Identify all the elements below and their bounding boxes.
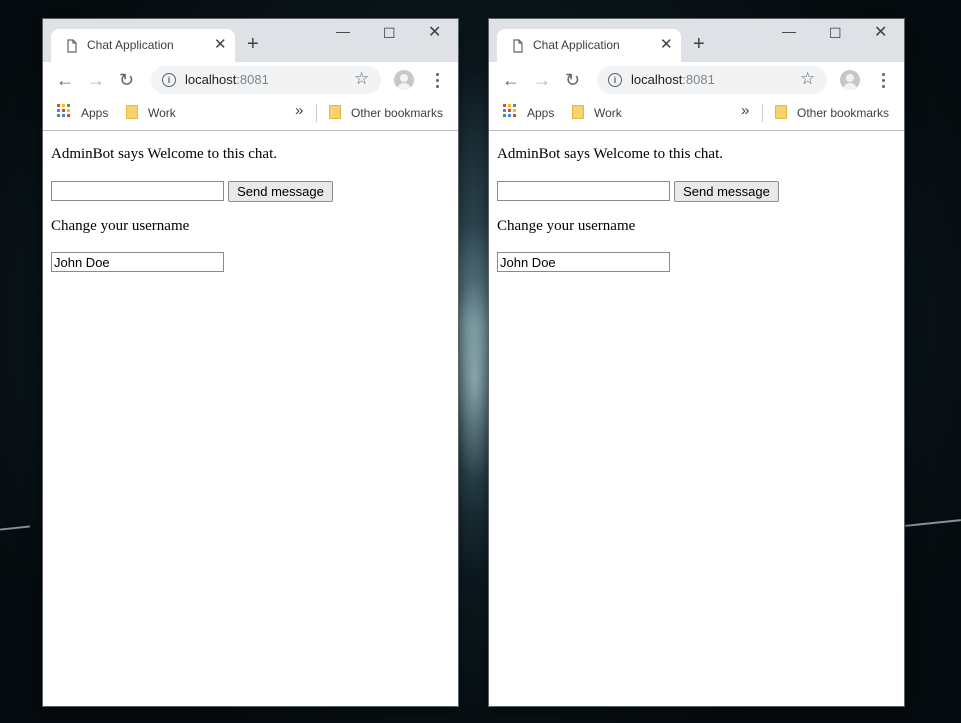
folder-icon [775, 105, 787, 119]
url-host: localhost [185, 72, 237, 87]
username-input[interactable] [51, 252, 224, 272]
url-port: :8081 [236, 72, 269, 87]
tab-chat-application[interactable]: Chat Application ✕ [51, 29, 235, 62]
send-message-button[interactable]: Send message [228, 181, 333, 202]
apps-icon[interactable] [503, 104, 517, 118]
page-content: AdminBot says Welcome to this chat. Send… [43, 131, 458, 706]
bookmark-work[interactable]: Work [594, 105, 622, 121]
url-port: :8081 [682, 72, 715, 87]
apps-icon[interactable] [57, 104, 71, 118]
folder-icon [126, 105, 138, 119]
profile-icon[interactable] [840, 70, 860, 90]
bookmark-other[interactable]: Other bookmarks [797, 105, 889, 121]
url-text[interactable]: localhost:8081 [631, 72, 715, 87]
browser-window-right: Chat Application ✕ + — ☐ ✕ ← → ↻ i local… [489, 19, 904, 706]
chat-message: AdminBot says Welcome to this chat. [51, 146, 277, 162]
menu-icon[interactable] [428, 70, 448, 90]
message-input[interactable] [497, 181, 670, 201]
page-icon [67, 39, 77, 53]
page-icon [513, 39, 523, 53]
toolbar: ← → ↻ i localhost:8081 ☆ [43, 62, 458, 98]
folder-icon [572, 105, 584, 119]
window-close-icon[interactable]: ✕ [874, 25, 887, 41]
back-icon[interactable]: ← [502, 70, 520, 90]
toolbar: ← → ↻ i localhost:8081 ☆ [489, 62, 904, 98]
bookmark-other[interactable]: Other bookmarks [351, 105, 443, 121]
chat-message: AdminBot says Welcome to this chat. [497, 146, 723, 162]
reload-icon[interactable]: ↻ [119, 70, 134, 90]
background-streak [0, 525, 31, 531]
chevron-double-icon[interactable]: » [295, 102, 303, 120]
change-username-label: Change your username [51, 218, 190, 234]
back-icon[interactable]: ← [56, 70, 74, 90]
browser-window-left: Chat Application ✕ + — ☐ ✕ ← → ↻ i local… [43, 19, 458, 706]
url-text[interactable]: localhost:8081 [185, 72, 269, 87]
maximize-icon[interactable]: ☐ [829, 25, 842, 41]
profile-icon[interactable] [394, 70, 414, 90]
bookmarks-divider [316, 104, 317, 122]
send-message-button[interactable]: Send message [674, 181, 779, 202]
chevron-double-icon[interactable]: » [741, 102, 749, 120]
star-icon[interactable]: ☆ [354, 70, 369, 88]
tab-chat-application[interactable]: Chat Application ✕ [497, 29, 681, 62]
minimize-icon[interactable]: — [336, 23, 350, 39]
forward-icon[interactable]: → [533, 70, 551, 90]
title-bar: Chat Application ✕ + — ☐ ✕ [43, 19, 458, 62]
title-bar: Chat Application ✕ + — ☐ ✕ [489, 19, 904, 62]
bookmarks-bar: Apps Work » Other bookmarks [43, 98, 458, 131]
page-content: AdminBot says Welcome to this chat. Send… [489, 131, 904, 706]
bookmark-apps[interactable]: Apps [527, 105, 554, 121]
bookmarks-bar: Apps Work » Other bookmarks [489, 98, 904, 131]
close-icon[interactable]: ✕ [660, 37, 673, 53]
address-bar[interactable]: i localhost:8081 ☆ [151, 66, 381, 94]
bookmarks-divider [762, 104, 763, 122]
url-host: localhost [631, 72, 683, 87]
username-input[interactable] [497, 252, 670, 272]
folder-icon [329, 105, 341, 119]
address-bar[interactable]: i localhost:8081 ☆ [597, 66, 827, 94]
bookmark-apps[interactable]: Apps [81, 105, 108, 121]
tab-title: Chat Application [87, 38, 174, 52]
menu-icon[interactable] [874, 70, 894, 90]
new-tab-icon[interactable]: + [693, 34, 705, 54]
tab-title: Chat Application [533, 38, 620, 52]
star-icon[interactable]: ☆ [800, 70, 815, 88]
info-icon[interactable]: i [162, 73, 176, 87]
reload-icon[interactable]: ↻ [565, 70, 580, 90]
maximize-icon[interactable]: ☐ [383, 25, 396, 41]
minimize-icon[interactable]: — [782, 23, 796, 39]
forward-icon[interactable]: → [87, 70, 105, 90]
bookmark-work[interactable]: Work [148, 105, 176, 121]
info-icon[interactable]: i [608, 73, 622, 87]
close-icon[interactable]: ✕ [214, 37, 227, 53]
new-tab-icon[interactable]: + [247, 34, 259, 54]
window-close-icon[interactable]: ✕ [428, 25, 441, 41]
change-username-label: Change your username [497, 218, 636, 234]
message-input[interactable] [51, 181, 224, 201]
background-streak [905, 519, 961, 527]
